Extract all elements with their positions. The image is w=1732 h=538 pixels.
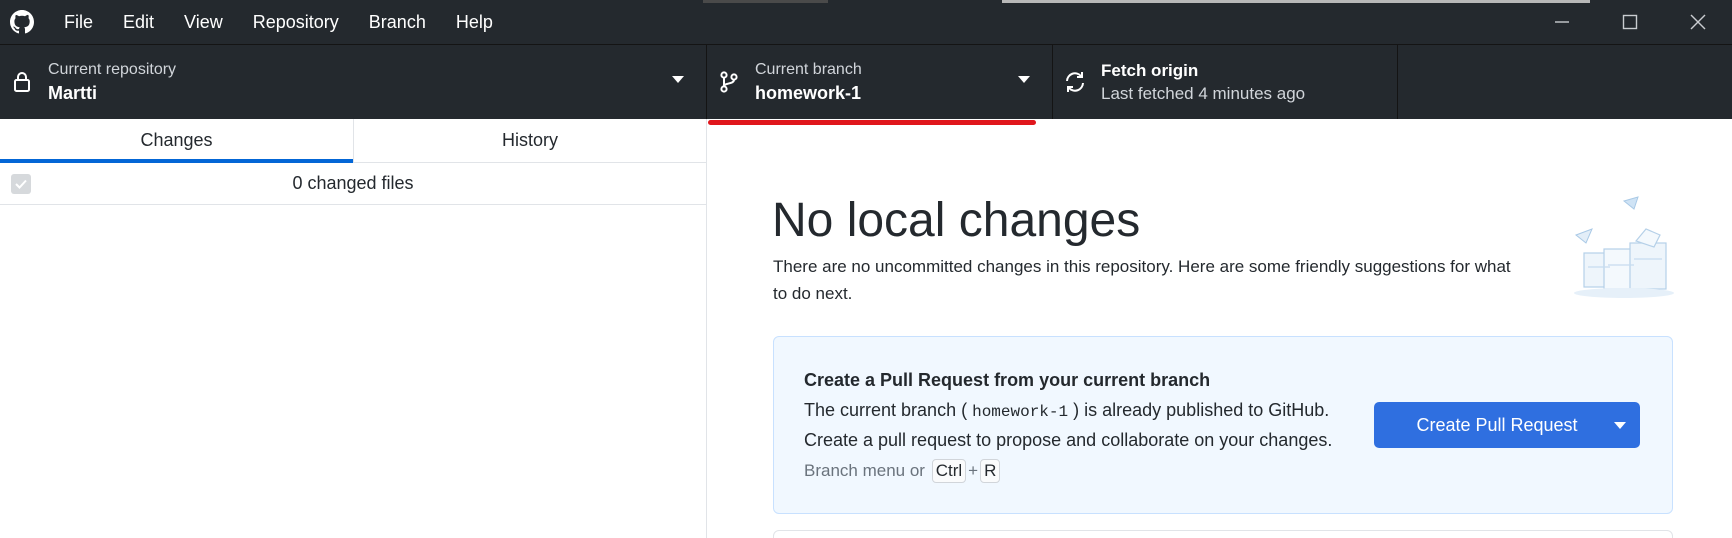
create-pull-request-button[interactable]: Create Pull Request: [1374, 402, 1640, 448]
toolbar: Current repository Martti Current branch…: [0, 44, 1732, 119]
minimize-icon[interactable]: [1528, 0, 1596, 44]
menu-branch[interactable]: Branch: [354, 0, 441, 44]
checkbox-icon[interactable]: [11, 174, 31, 194]
pr-hint-prefix: Branch menu or: [804, 461, 925, 480]
fetch-origin-button[interactable]: Fetch origin Last fetched 4 minutes ago: [1053, 45, 1398, 119]
pr-card-description: The current branch ( homework-1 ) is alr…: [804, 396, 1364, 454]
kbd-ctrl: Ctrl: [931, 459, 967, 483]
current-branch-button[interactable]: Current branch homework-1: [707, 45, 1053, 119]
repository-label: Current repository: [48, 61, 177, 78]
sidebar-tabs: Changes History: [0, 119, 706, 163]
github-logo-icon: [0, 0, 44, 44]
menu-edit[interactable]: Edit: [108, 0, 169, 44]
repository-name: Martti: [48, 83, 97, 103]
page-title: No local changes: [772, 194, 1141, 247]
create-pull-request-card: Create a Pull Request from your current …: [773, 336, 1673, 514]
branch-label: Current branch: [755, 61, 862, 78]
current-repository-button[interactable]: Current repository Martti: [0, 45, 707, 119]
chevron-down-icon: [1018, 76, 1030, 83]
fetch-status: Last fetched 4 minutes ago: [1101, 84, 1306, 103]
page-description: There are no uncommitted changes in this…: [773, 257, 1511, 303]
window-controls: [1528, 0, 1732, 44]
changed-files-header: 0 changed files: [0, 163, 706, 205]
menu-bar: File Edit View Repository Branch Help: [44, 0, 508, 44]
empty-state-illustration: [1564, 193, 1684, 303]
lock-icon: [8, 71, 36, 93]
menu-file[interactable]: File: [44, 0, 108, 44]
tab-changes[interactable]: Changes: [0, 119, 353, 163]
pr-desc-line2: Create a pull request to propose and col…: [804, 430, 1333, 450]
close-icon[interactable]: [1664, 0, 1732, 44]
menu-view[interactable]: View: [169, 0, 238, 44]
chevron-down-icon[interactable]: [1614, 422, 1626, 429]
branch-name: homework-1: [755, 83, 862, 103]
sync-icon: [1061, 70, 1089, 94]
chevron-down-icon: [672, 76, 684, 83]
tab-history[interactable]: History: [353, 119, 706, 162]
kbd-r: R: [980, 459, 1001, 483]
pr-desc-suffix: ) is already published to GitHub.: [1073, 400, 1330, 420]
title-bar: File Edit View Repository Branch Help: [0, 0, 1732, 44]
menu-help[interactable]: Help: [441, 0, 508, 44]
menu-repository[interactable]: Repository: [238, 0, 354, 44]
pr-branch-name: homework-1: [972, 403, 1069, 421]
maximize-icon[interactable]: [1596, 0, 1664, 44]
pr-shortcut-hint: Branch menu or Ctrl + R: [804, 459, 1002, 483]
pr-card-title: Create a Pull Request from your current …: [804, 370, 1211, 390]
branch-icon: [715, 70, 743, 94]
changes-sidebar: Changes History 0 changed files: [0, 119, 707, 538]
kbd-plus: +: [968, 461, 979, 480]
background-window-strip: [1002, 0, 1590, 3]
main-content: No local changes There are no uncommitte…: [708, 119, 1732, 538]
background-window-strip: [703, 0, 828, 3]
fetch-title: Fetch origin: [1101, 61, 1199, 80]
changed-files-count: 0 changed files: [292, 173, 414, 193]
pr-desc-prefix: The current branch (: [804, 400, 968, 420]
create-pull-request-label: Create Pull Request: [1416, 414, 1578, 435]
next-suggestion-card: [773, 530, 1673, 538]
